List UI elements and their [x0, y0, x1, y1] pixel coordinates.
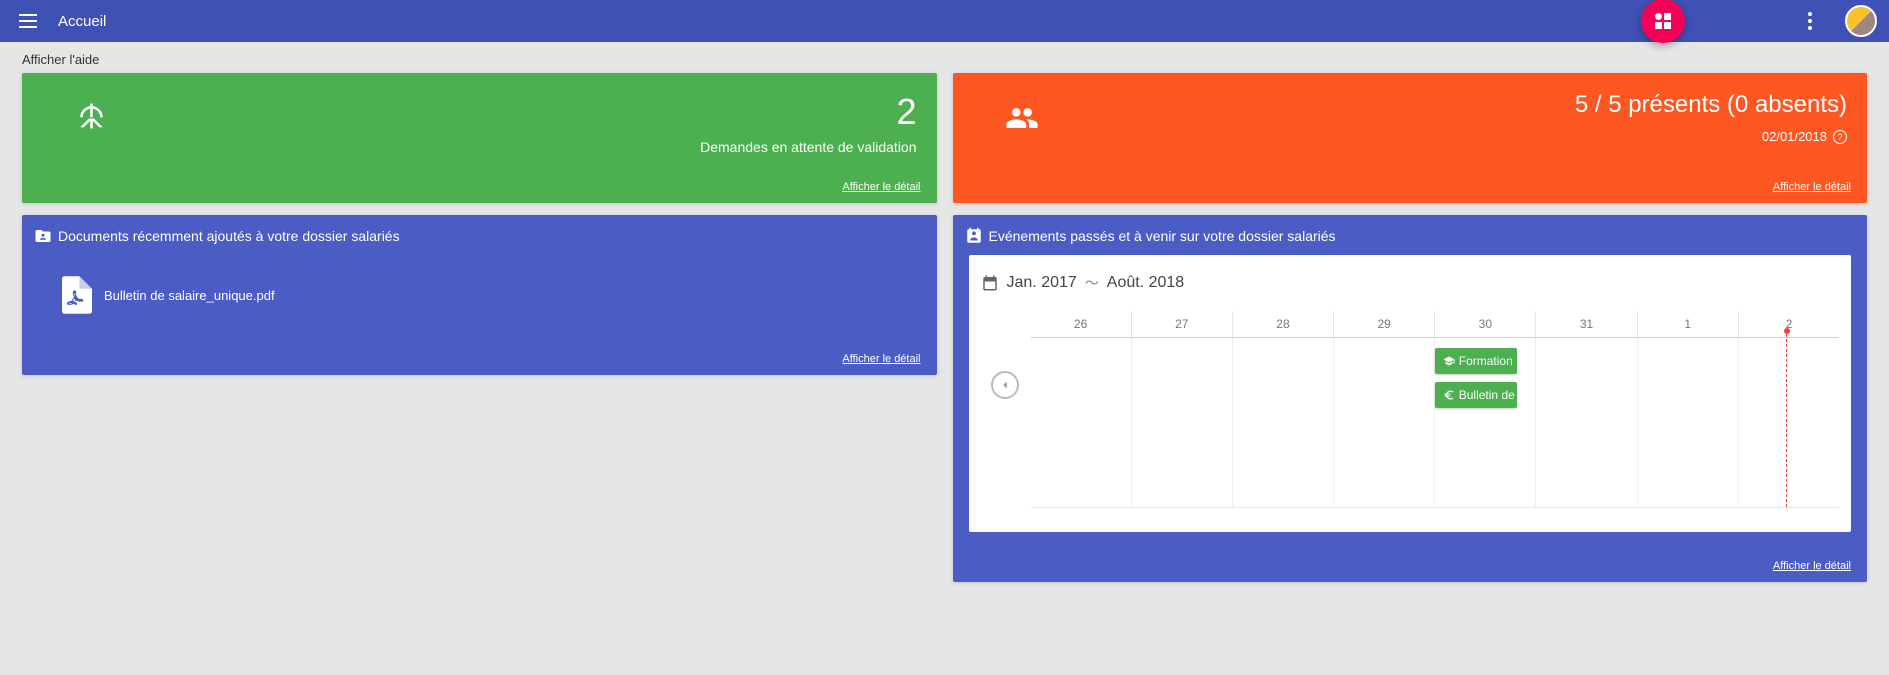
timeline-day: 1 [1637, 311, 1738, 337]
event-formation[interactable]: Formation [1435, 348, 1517, 374]
document-item[interactable]: Bulletin de salaire_unique.pdf [22, 255, 937, 335]
contact-calendar-icon [965, 227, 983, 245]
presence-card[interactable]: 5 / 5 présents (0 absents) 02/01/2018 ? … [953, 73, 1868, 203]
presence-date: 02/01/2018 [1762, 129, 1827, 144]
pending-count: 2 [700, 91, 916, 133]
hamburger-icon [19, 14, 37, 28]
timeline-day: 31 [1535, 311, 1636, 337]
events-detail-link[interactable]: Afficher le détail [1773, 560, 1851, 572]
beach-umbrella-icon [74, 101, 104, 136]
pending-detail-link[interactable]: Afficher le détail [842, 181, 920, 193]
folder-person-icon [34, 227, 52, 245]
documents-title: Documents récemment ajoutés à votre doss… [58, 228, 400, 244]
menu-button[interactable] [8, 1, 48, 41]
arrow-left-icon [998, 378, 1012, 392]
pending-requests-card[interactable]: 2 Demandes en attente de validation Affi… [22, 73, 937, 203]
apps-icon [1655, 13, 1671, 29]
timeline-day: 29 [1333, 311, 1434, 337]
help-icon[interactable]: ? [1833, 130, 1847, 144]
calendar-icon [981, 274, 999, 292]
graduation-cap-icon [1443, 355, 1455, 367]
documents-card: Documents récemment ajoutés à votre doss… [22, 215, 937, 375]
people-icon [1005, 101, 1039, 140]
events-card: Evénements passés et à venir sur votre d… [953, 215, 1868, 582]
documents-detail-link[interactable]: Afficher le détail [842, 353, 920, 365]
event-bulletin[interactable]: Bulletin de [1435, 382, 1517, 408]
app-header: Accueil [0, 0, 1889, 42]
timeline-day: 26 [1031, 311, 1131, 337]
more-button[interactable] [1795, 12, 1825, 30]
help-link[interactable]: Afficher l'aide [22, 52, 99, 67]
apps-fab-button[interactable] [1641, 0, 1685, 43]
euro-icon [1443, 389, 1455, 401]
range-from: Jan. 2017 [1007, 274, 1077, 292]
range-to: Août. 2018 [1107, 274, 1184, 292]
timeline-prev-button[interactable] [991, 371, 1019, 399]
timeline-header: 26 27 28 29 30 31 1 2 [1031, 311, 1840, 338]
timeline-day: 30 [1434, 311, 1535, 337]
now-indicator [1786, 334, 1787, 507]
presence-summary: 5 / 5 présents (0 absents) [1575, 91, 1847, 119]
timeline-day: 27 [1131, 311, 1232, 337]
events-title: Evénements passés et à venir sur votre d… [989, 228, 1336, 244]
date-range-picker[interactable]: Jan. 2017 〜 Août. 2018 [981, 273, 1840, 293]
tilde-separator: 〜 [1085, 273, 1099, 293]
avatar[interactable] [1845, 5, 1877, 37]
page-title: Accueil [58, 13, 106, 30]
pending-label: Demandes en attente de validation [700, 139, 916, 155]
document-name: Bulletin de salaire_unique.pdf [104, 288, 275, 303]
timeline-body: Formation Bulletin de [1031, 338, 1840, 508]
pdf-icon [62, 275, 92, 315]
presence-detail-link[interactable]: Afficher le détail [1773, 181, 1851, 193]
timeline-day: 28 [1232, 311, 1333, 337]
